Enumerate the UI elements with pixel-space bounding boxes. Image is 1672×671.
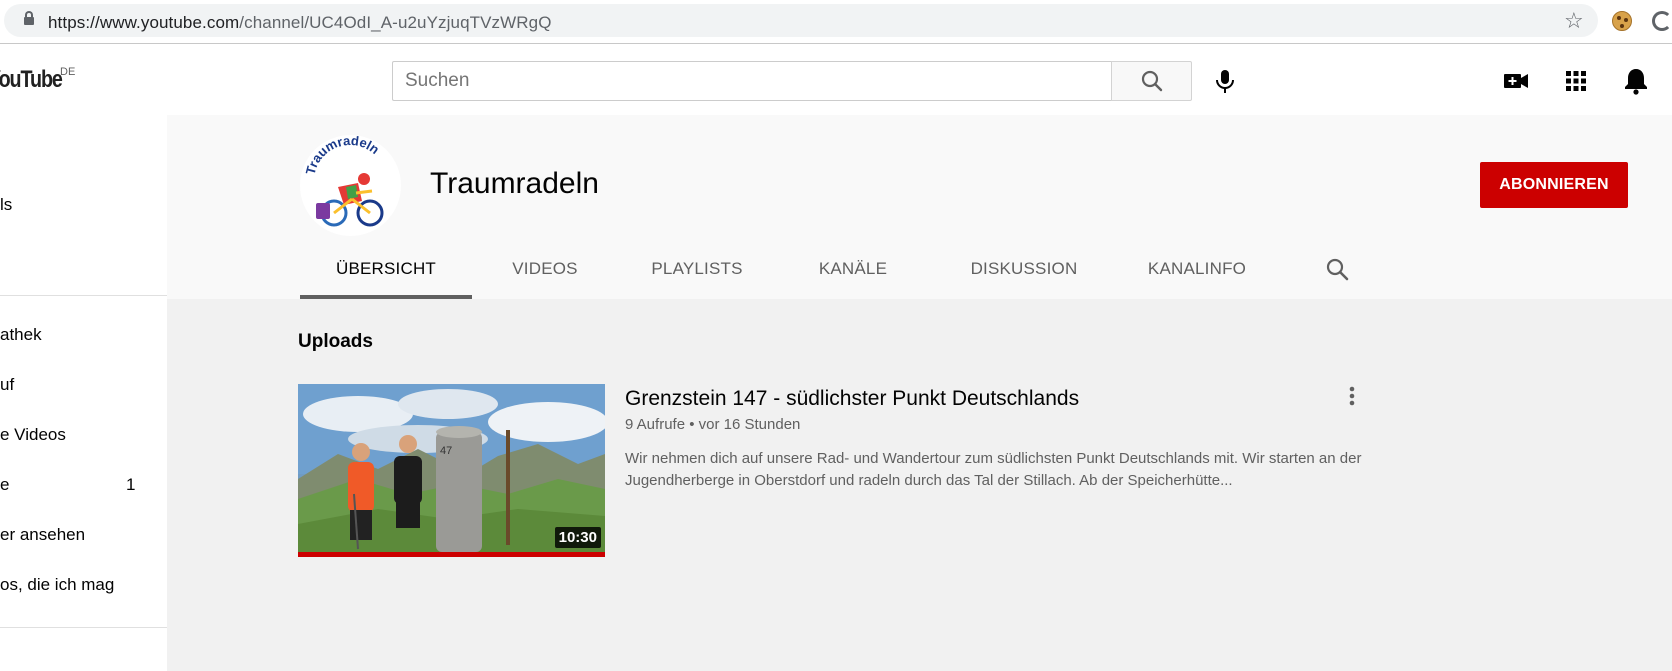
tab-videos[interactable]: VIDEOS xyxy=(502,243,588,299)
channel-avatar[interactable]: Traumradeln xyxy=(300,135,401,236)
extension-icon[interactable] xyxy=(1652,11,1672,31)
video-menu-button[interactable] xyxy=(1340,384,1364,412)
url-path: /channel/UC4OdI_A-u2uYzjuqTVzWRgQ xyxy=(239,13,552,32)
voice-search-button[interactable] xyxy=(1205,61,1245,101)
sidebar-item-shorts[interactable]: ls xyxy=(0,185,167,225)
sidebar-item-label: ls xyxy=(0,195,13,214)
tab-overview[interactable]: ÜBERSICHT xyxy=(300,243,472,299)
bell-icon xyxy=(1625,69,1647,95)
region-code: DE xyxy=(60,66,76,78)
upload-age: vor 16 Stunden xyxy=(698,416,801,433)
sidebar-divider xyxy=(0,627,167,628)
apps-button[interactable] xyxy=(1556,61,1596,101)
sidebar-item-label: athek xyxy=(0,325,42,344)
sidebar-item-watch-later-2[interactable]: er ansehen xyxy=(0,515,167,555)
sidebar-item-history[interactable]: uf xyxy=(0,365,167,405)
sidebar-item-my-videos[interactable]: e Videos xyxy=(0,415,167,455)
channel-search-button[interactable] xyxy=(1324,256,1352,284)
lock-icon[interactable] xyxy=(24,11,34,25)
video-camera-plus-icon xyxy=(1504,74,1528,88)
tab-discussion[interactable]: DISKUSSION xyxy=(962,243,1086,299)
video-duration: 10:30 xyxy=(554,527,601,548)
search-input[interactable] xyxy=(392,61,1112,101)
channel-avatar-logo: Traumradeln xyxy=(303,135,384,227)
sidebar-item-liked-videos[interactable]: os, die ich mag xyxy=(0,565,167,605)
sidebar-item-label: e xyxy=(0,475,10,494)
sidebar-item-label: er ansehen xyxy=(0,525,86,544)
mic-icon xyxy=(1216,70,1234,93)
stone-number: 47 xyxy=(440,445,452,457)
browser-toolbar: https://www.youtube.com/channel/UC4OdI_A… xyxy=(0,0,1672,44)
more-vertical-icon xyxy=(1349,386,1355,406)
search-button[interactable] xyxy=(1111,61,1192,101)
sidebar-divider xyxy=(0,295,167,296)
sidebar-item-label: uf xyxy=(0,375,15,394)
sidebar-item-label: e Videos xyxy=(0,425,66,444)
subscribe-button[interactable]: ABONNIEREN xyxy=(1480,162,1628,208)
video-title[interactable]: Grenzstein 147 - südlichster Punkt Deuts… xyxy=(625,387,1079,411)
sidebar-item-label: os, die ich mag xyxy=(0,575,115,594)
tab-about[interactable]: KANALINFO xyxy=(1142,243,1252,299)
address-text[interactable]: https://www.youtube.com/channel/UC4OdI_A… xyxy=(48,13,552,33)
meta-separator: • xyxy=(689,416,699,433)
search-icon xyxy=(1326,258,1349,281)
view-count: 9 Aufrufe xyxy=(625,416,686,433)
cookie-icon[interactable] xyxy=(1612,11,1632,31)
notifications-button[interactable] xyxy=(1616,61,1656,101)
section-title-uploads[interactable]: Uploads xyxy=(298,331,373,353)
sidebar-item-library[interactable]: athek xyxy=(0,315,167,355)
star-icon[interactable]: ☆ xyxy=(1564,10,1584,32)
sidebar-item-watch-later[interactable]: e1 xyxy=(0,465,167,505)
url-host: https://www.youtube.com xyxy=(48,13,240,32)
apps-grid-icon xyxy=(1566,71,1586,91)
channel-name: Traumradeln xyxy=(430,167,599,200)
watched-progress-bar xyxy=(298,552,605,557)
address-bar[interactable]: https://www.youtube.com/channel/UC4OdI_A… xyxy=(4,4,1598,37)
tab-playlists[interactable]: PLAYLISTS xyxy=(641,243,753,299)
search-icon xyxy=(1141,70,1163,92)
sidebar-item-count: 1 xyxy=(126,475,136,494)
video-thumbnail[interactable]: 47 10:30 xyxy=(298,384,605,557)
youtube-logo[interactable]: YouTube xyxy=(0,66,63,94)
video-description: Wir nehmen dich auf unsere Rad- und Wand… xyxy=(625,450,1362,489)
create-video-button[interactable] xyxy=(1496,61,1536,101)
tab-channels[interactable]: KANÄLE xyxy=(808,243,898,299)
video-metadata: 9 Aufrufe • vor 16 Stunden xyxy=(625,416,800,433)
youtube-header: YouTube DE xyxy=(0,44,1672,115)
